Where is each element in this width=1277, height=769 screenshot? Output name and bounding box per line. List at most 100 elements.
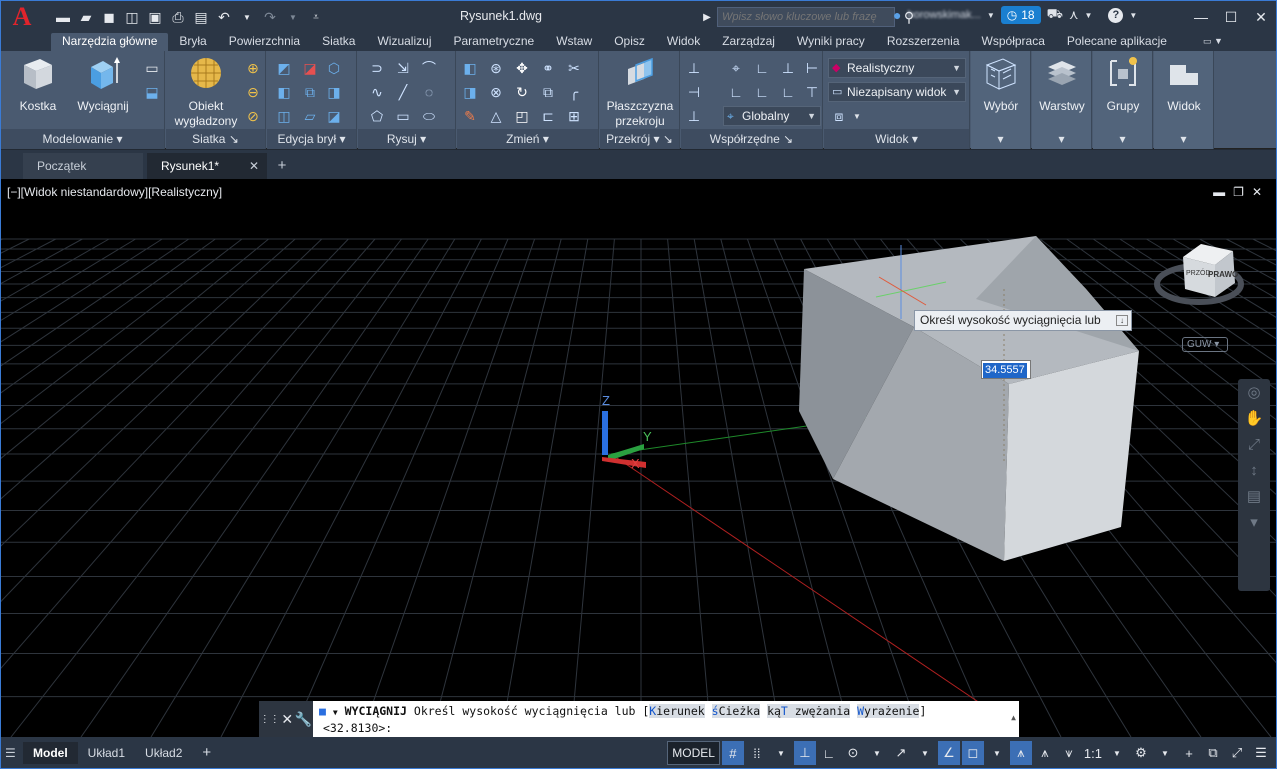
mesh-smooth-less-icon[interactable]: ⊖ xyxy=(244,83,262,101)
option-kat-zwezania[interactable]: kąT zwężania xyxy=(767,704,851,718)
option-kierunek[interactable]: Kierunek xyxy=(649,704,705,718)
undo-icon[interactable]: ↶ xyxy=(214,7,234,27)
ribbon-tab[interactable]: Wizualizuj xyxy=(366,33,442,51)
a360-icon[interactable]: ⋏ xyxy=(1069,7,1079,23)
option-wyrazenie[interactable]: Wyrażenie xyxy=(857,704,920,718)
scale-dropdown-icon[interactable]: ▼ xyxy=(1106,741,1128,765)
mesh-smooth-more-icon[interactable]: ⊕ xyxy=(244,59,262,77)
open-icon[interactable]: ▰ xyxy=(76,7,96,27)
intersect-icon[interactable]: ◧ xyxy=(275,83,293,101)
add-layout-icon[interactable]: + xyxy=(192,742,221,764)
option-sciezka[interactable]: śCieżka xyxy=(711,704,761,718)
drag-handle-icon[interactable]: ⋮⋮ xyxy=(260,714,280,725)
help-dropdown-icon[interactable]: ▼ xyxy=(1129,11,1137,20)
kostka-button[interactable]: Kostka xyxy=(13,55,63,114)
layout-tabs-menu-icon[interactable]: ☰ xyxy=(5,746,23,760)
ribbon-tab[interactable]: Widok xyxy=(656,33,711,51)
panel-widok-expand[interactable]: ▾ xyxy=(1154,129,1213,149)
customize-status-icon[interactable]: ☰ xyxy=(1250,741,1272,765)
a360-dropdown-icon[interactable]: ▼ xyxy=(1084,11,1092,20)
workspace-gear-icon[interactable]: ⚙ xyxy=(1130,741,1152,765)
ucs-icon-props-icon[interactable]: ⊢ xyxy=(803,59,821,77)
snap-dropdown-icon[interactable]: ▼ xyxy=(770,741,792,765)
extrude-faces-icon[interactable]: ◨ xyxy=(325,83,343,101)
viewport-close-icon[interactable]: ✕ xyxy=(1252,185,1262,199)
ucs-3point-icon[interactable]: ⊥ xyxy=(779,59,797,77)
plaszczyzna-przekroju-button[interactable]: Płaszczyzna przekroju xyxy=(602,55,678,129)
presspull-icon[interactable]: ⬓ xyxy=(143,83,161,101)
offset-icon[interactable]: ⊏ xyxy=(539,107,557,125)
redo-icon[interactable]: ↷ xyxy=(260,7,280,27)
object-snap-tracking-icon[interactable]: ∠ xyxy=(937,741,960,765)
polygon-icon[interactable]: ⬠ xyxy=(368,107,386,125)
showmotion-icon[interactable]: ▤ xyxy=(1238,483,1270,509)
3d-move-icon[interactable]: ⊛ xyxy=(487,59,505,77)
wyciagnij-button[interactable]: Wyciągnij xyxy=(73,55,133,114)
thicken-icon[interactable]: ▱ xyxy=(301,107,319,125)
layout-tab-uklad2[interactable]: Układ2 xyxy=(135,742,192,764)
ribbon-tab[interactable]: Bryła xyxy=(168,33,217,51)
command-icon[interactable]: ■ xyxy=(319,704,326,718)
panel-label-edycja[interactable]: Edycja brył ▾ xyxy=(267,129,356,149)
undo-dropdown-icon[interactable]: ▼ xyxy=(237,7,257,27)
shell-icon[interactable]: ◪ xyxy=(325,107,343,125)
extract-edges-icon[interactable]: ⬡ xyxy=(325,59,343,77)
doc-tab-start[interactable]: Początek xyxy=(23,153,143,179)
steering-wheel-icon[interactable]: ◎ xyxy=(1238,379,1270,405)
warstwy-button[interactable]: Warstwy xyxy=(1036,55,1088,114)
panel-label-siatka[interactable]: Siatka ↘ xyxy=(166,129,265,149)
redo-dropdown-icon[interactable]: ▼ xyxy=(283,7,303,27)
rotate-icon[interactable]: ↻ xyxy=(513,83,531,101)
ucs-z-icon[interactable]: ∟ xyxy=(779,83,797,101)
line-icon[interactable]: ╱ xyxy=(394,83,412,101)
circle-icon[interactable]: ◌ xyxy=(420,83,438,101)
workspace-dropdown-icon[interactable]: ▼ xyxy=(1154,741,1176,765)
model-space-button[interactable]: MODEL xyxy=(667,741,720,765)
dynamic-input-field[interactable]: 34.5557 xyxy=(981,360,1031,379)
autocad-logo-icon[interactable]: A xyxy=(1,1,43,33)
move-icon[interactable]: ✥ xyxy=(513,59,531,77)
ribbon-tab[interactable]: Wyniki pracy xyxy=(786,33,876,51)
grid-icon[interactable]: # xyxy=(721,741,744,765)
zoom-icon[interactable]: ⤢ xyxy=(1238,431,1270,457)
save-as-icon[interactable]: ◫ xyxy=(122,7,142,27)
drawing-viewport[interactable]: Z Y X PRZÓD PRAWO [−][Widok niestandardo… xyxy=(1,179,1276,737)
ucs-y-icon[interactable]: ∟ xyxy=(753,83,771,101)
ribbon-minimize-icon[interactable]: ▭ ▼ xyxy=(1192,33,1234,51)
rectangle-icon[interactable]: ▭ xyxy=(394,107,412,125)
ucs-view-icon[interactable]: ⊣ xyxy=(685,83,703,101)
ribbon-tab[interactable]: Wstaw xyxy=(545,33,603,51)
ucs-dropdown[interactable]: ⌖ Globalny ▼ xyxy=(723,106,821,126)
user-dropdown-icon[interactable]: ▼ xyxy=(987,11,995,20)
annotation-visibility-icon[interactable]: ⩚ xyxy=(1009,741,1032,765)
layout-tab-uklad1[interactable]: Układ1 xyxy=(78,742,135,764)
polysolid-icon[interactable]: ▭ xyxy=(143,59,161,77)
obiekt-wygladzony-button[interactable]: Obiekt wygładzony xyxy=(170,55,242,129)
trim-icon[interactable]: ✂ xyxy=(565,59,583,77)
ribbon-tab[interactable]: Siatka xyxy=(311,33,366,51)
ellipse-icon[interactable]: ⬭ xyxy=(420,107,438,125)
plot-icon[interactable]: ⎙ xyxy=(168,7,188,27)
add-tab-icon[interactable]: + xyxy=(271,153,293,179)
ucs-world-icon[interactable]: ⌖ xyxy=(727,59,745,77)
panel-wybor-expand[interactable]: ▾ xyxy=(971,129,1030,149)
isodraft-dropdown-icon[interactable]: ▼ xyxy=(914,741,936,765)
viewport-restore-icon[interactable]: ❐ xyxy=(1233,185,1244,199)
layout-tab-model[interactable]: Model xyxy=(23,742,78,764)
panel-label-modelowanie[interactable]: Modelowanie ▾ xyxy=(1,129,164,149)
command-line-text[interactable]: ■ ▼ WYCIĄGNIJ Określ wysokość wyciągnięc… xyxy=(313,701,1019,737)
cart-icon[interactable]: ⛟ xyxy=(1047,6,1063,24)
ribbon-tab[interactable]: Współpraca xyxy=(971,33,1056,51)
ucs-menu[interactable]: GUW ▾ xyxy=(1182,337,1228,352)
spline-icon[interactable]: ∿ xyxy=(368,83,386,101)
down-arrow-icon[interactable]: ↓ xyxy=(1116,315,1128,326)
orbit-icon[interactable]: ↕ xyxy=(1238,457,1270,483)
panel-label-widok[interactable]: Widok ▾ xyxy=(824,129,969,149)
maximize-icon[interactable]: ☐ xyxy=(1216,1,1246,33)
ribbon-tab[interactable]: Powierzchnia xyxy=(218,33,311,51)
interfere-icon[interactable]: ◫ xyxy=(275,107,293,125)
infer-constraints-icon[interactable]: ⊥ xyxy=(793,741,816,765)
array-rect-icon[interactable]: ⊞ xyxy=(565,107,583,125)
navbar-menu-icon[interactable]: ▾ xyxy=(1238,509,1270,535)
polar-dropdown-icon[interactable]: ▼ xyxy=(866,741,888,765)
